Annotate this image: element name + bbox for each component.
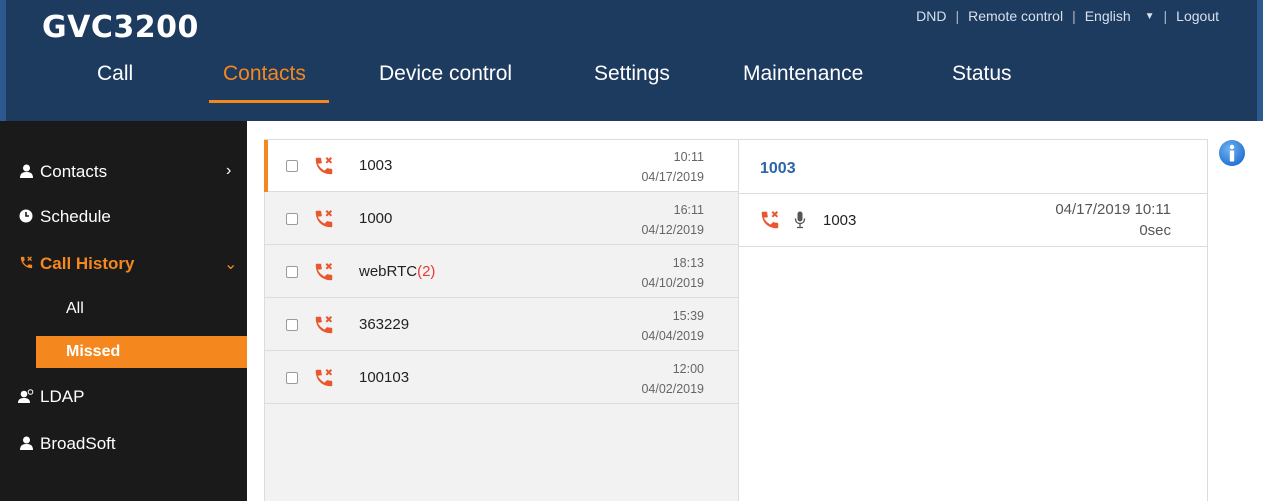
separator: | (1072, 8, 1076, 24)
missed-call-icon (761, 211, 779, 229)
call-time: 15:39 04/04/2019 (641, 309, 704, 343)
person-icon (18, 164, 34, 181)
missed-call-icon (315, 210, 333, 228)
call-name: 100103 (359, 369, 410, 386)
call-time: 10:11 04/17/2019 (641, 150, 704, 184)
row-checkbox[interactable] (286, 160, 298, 172)
sidebar-item-broadsoft[interactable]: BroadSoft (18, 434, 116, 454)
chevron-down-icon[interactable]: ⌄ (224, 254, 237, 274)
missed-call-icon (315, 316, 333, 334)
row-checkbox[interactable] (286, 213, 298, 225)
call-name: 1003 (359, 157, 393, 174)
sidebar-item-call-history[interactable]: Call History (18, 254, 134, 274)
sidebar-item-ldap[interactable]: LDAP (18, 387, 84, 407)
chevron-right-icon[interactable]: › (226, 162, 231, 180)
dnd-link[interactable]: DND (916, 8, 946, 24)
sidebar-subitem-all[interactable]: All (66, 300, 84, 318)
nav-status[interactable]: Status (952, 62, 1012, 86)
divider (739, 246, 1207, 247)
call-name: 363229 (359, 316, 410, 333)
clock-icon (18, 209, 34, 226)
detail-call-entry[interactable]: 1003 04/17/2019 10:11 0sec (739, 194, 1207, 246)
call-row[interactable]: 363229 15:39 04/04/2019 (265, 299, 738, 351)
sidebar-item-label: Call History (40, 254, 135, 273)
sidebar-item-label: LDAP (40, 387, 85, 406)
detail-call-time: 04/17/2019 10:11 0sec (1055, 201, 1171, 239)
language-select[interactable]: English (1085, 8, 1131, 24)
person-icon (18, 436, 34, 453)
call-row[interactable]: webRTC(2) 18:13 04/10/2019 (265, 246, 738, 298)
main-nav: Call Contacts Device control Settings Ma… (0, 62, 1263, 102)
call-name: webRTC(2) (359, 263, 436, 280)
detail-call-name: 1003 (823, 212, 857, 229)
call-time: 18:13 04/10/2019 (641, 256, 704, 290)
missed-call-icon (315, 157, 333, 175)
chevron-down-icon[interactable]: ▼ (1145, 11, 1155, 22)
separator: | (955, 8, 960, 24)
remote-control-link[interactable]: Remote control (968, 8, 1063, 24)
missed-call-icon (315, 369, 333, 387)
sidebar-item-label: Contacts (40, 162, 108, 181)
logout-link[interactable]: Logout (1176, 8, 1219, 24)
nav-device-control[interactable]: Device control (379, 62, 512, 86)
call-history-icon (18, 255, 34, 273)
detail-title: 1003 (760, 160, 796, 177)
sidebar-item-contacts[interactable]: Contacts (18, 162, 107, 182)
call-detail-panel: 1003 1003 04/17/2019 10:11 0sec (739, 139, 1208, 501)
row-checkbox[interactable] (286, 372, 298, 384)
nav-contacts[interactable]: Contacts (223, 62, 306, 86)
call-list: 1003 10:11 04/17/2019 1000 16:11 04/12/201… (264, 139, 739, 501)
header-edge-right (1257, 0, 1263, 121)
call-time: 16:11 04/12/2019 (641, 203, 704, 237)
row-checkbox[interactable] (286, 319, 298, 331)
sidebar-subitem-missed[interactable]: Missed (36, 336, 247, 368)
call-row[interactable]: 100103 12:00 04/02/2019 (265, 352, 738, 404)
microphone-icon (794, 211, 806, 229)
sidebar-item-label: Schedule (40, 207, 111, 226)
row-checkbox[interactable] (286, 266, 298, 278)
header-edge-left (0, 0, 6, 121)
sidebar-item-schedule[interactable]: Schedule (18, 207, 111, 227)
top-links: DND | Remote control | English ▼ | Logou… (916, 8, 1219, 24)
missed-call-icon (315, 263, 333, 281)
nav-call[interactable]: Call (97, 62, 133, 86)
separator: | (1163, 8, 1168, 24)
call-time: 12:00 04/02/2019 (641, 362, 704, 396)
call-name: 1000 (359, 210, 393, 227)
ldap-icon (18, 388, 34, 406)
product-logo: GVC3200 (42, 10, 199, 45)
active-nav-underline (209, 100, 329, 103)
sidebar-item-label: BroadSoft (40, 434, 116, 453)
info-icon[interactable] (1218, 139, 1246, 167)
top-header: GVC3200 DND | Remote control | English ▼… (0, 0, 1263, 121)
nav-maintenance[interactable]: Maintenance (743, 62, 863, 86)
call-row[interactable]: 1000 16:11 04/12/2019 (265, 193, 738, 245)
call-row[interactable]: 1003 10:11 04/17/2019 (264, 140, 738, 192)
nav-settings[interactable]: Settings (594, 62, 670, 86)
